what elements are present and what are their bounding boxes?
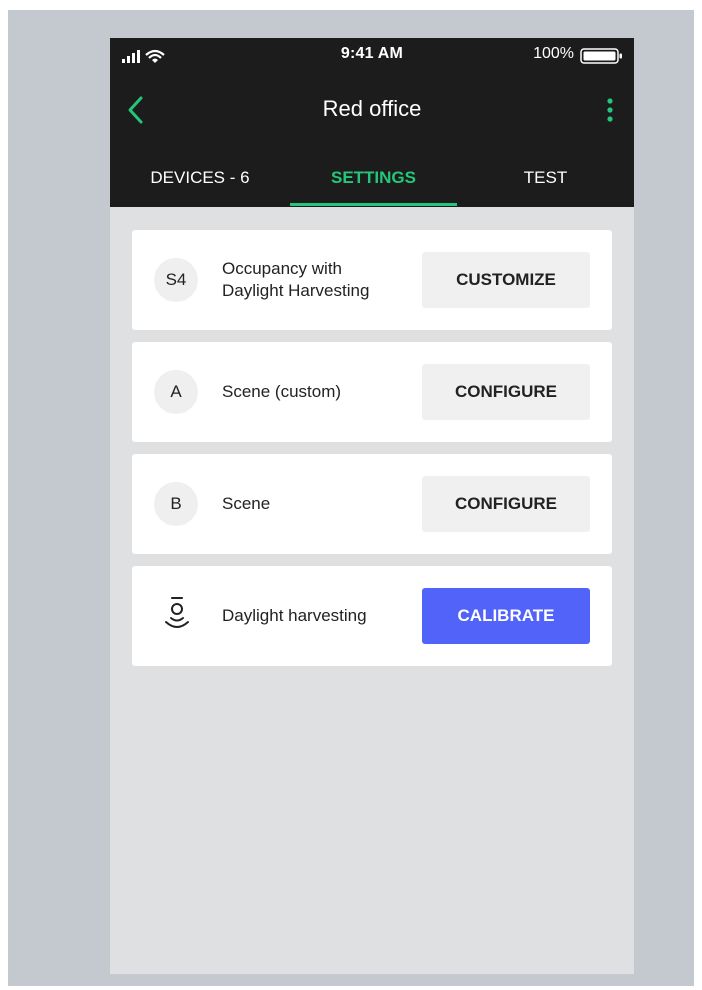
settings-label: Occupancy with Daylight Harvesting bbox=[222, 230, 417, 330]
customize-button[interactable]: CUSTOMIZE bbox=[422, 252, 590, 308]
settings-card-scene-a: A Scene (custom) CONFIGURE bbox=[132, 342, 612, 442]
battery-icon bbox=[580, 47, 624, 70]
scene-badge: B bbox=[154, 482, 198, 526]
tab-test[interactable]: TEST bbox=[457, 155, 634, 207]
settings-card-daylight: Daylight harvesting CALIBRATE bbox=[132, 566, 612, 666]
tab-bar: DEVICES - 6 SETTINGS TEST bbox=[110, 155, 634, 207]
scene-badge: S4 bbox=[154, 258, 198, 302]
settings-label-line: Daylight Harvesting bbox=[222, 281, 370, 300]
battery-percentage: 100% bbox=[533, 45, 574, 62]
settings-card-scene-b: B Scene CONFIGURE bbox=[132, 454, 612, 554]
settings-label: Daylight harvesting bbox=[222, 606, 367, 625]
navigation-bar: Red office bbox=[110, 90, 634, 130]
settings-card-occupancy: S4 Occupancy with Daylight Harvesting CU… bbox=[132, 230, 612, 330]
tab-settings[interactable]: SETTINGS bbox=[290, 155, 457, 207]
active-tab-indicator bbox=[290, 203, 457, 206]
configure-button[interactable]: CONFIGURE bbox=[422, 364, 590, 420]
scene-badge: A bbox=[154, 370, 198, 414]
tab-devices[interactable]: DEVICES - 6 bbox=[110, 155, 290, 207]
settings-label-line: Occupancy with bbox=[222, 259, 342, 278]
more-vertical-icon[interactable] bbox=[602, 94, 618, 126]
configure-button[interactable]: CONFIGURE bbox=[422, 476, 590, 532]
daylight-sensor-icon bbox=[162, 595, 192, 635]
status-bar: 9:41 AM 100% bbox=[110, 38, 634, 74]
calibrate-button[interactable]: CALIBRATE bbox=[422, 588, 590, 644]
settings-label: Scene (custom) bbox=[222, 382, 342, 401]
phone-screen: 9:41 AM 100% Red office DEVICES - 6 SETT… bbox=[110, 38, 634, 974]
page-title: Red office bbox=[322, 96, 422, 121]
settings-label: Scene bbox=[222, 494, 271, 513]
app-header: 9:41 AM 100% Red office DEVICES - 6 SETT… bbox=[110, 38, 634, 207]
screenshot-frame: 9:41 AM 100% Red office DEVICES - 6 SETT… bbox=[8, 10, 694, 986]
